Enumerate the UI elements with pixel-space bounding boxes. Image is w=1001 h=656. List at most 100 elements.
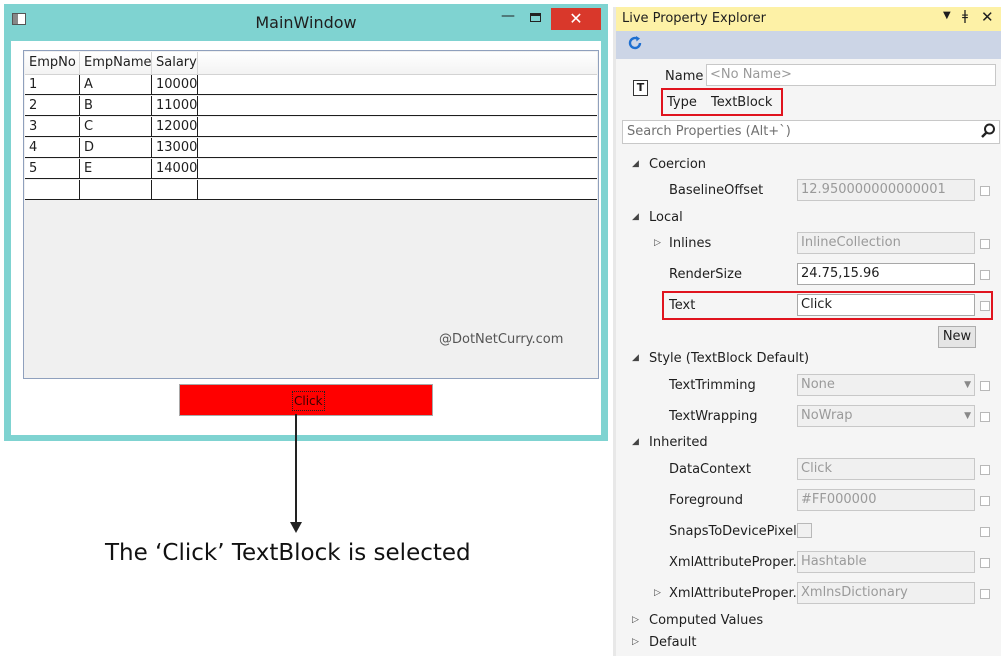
cell-salary[interactable]: 10000 (152, 75, 198, 94)
prop-textwrapping-select[interactable]: NoWrap ▼ (797, 405, 975, 427)
column-header-salary[interactable]: Salary (152, 52, 198, 74)
type-highlight-box: Type TextBlock (661, 88, 783, 116)
pin-icon[interactable]: ǂ (962, 9, 968, 24)
cell-empname[interactable]: E (80, 159, 152, 178)
panel-title: Live Property Explorer (622, 11, 766, 26)
cell-empty[interactable] (152, 180, 198, 199)
property-marker[interactable] (980, 558, 990, 568)
prop-xmlattr1-value[interactable]: Hashtable (797, 551, 975, 573)
select-value: NoWrap (801, 408, 853, 423)
annotation-arrowhead (290, 522, 302, 533)
panel-close-icon[interactable]: ✕ (981, 8, 994, 26)
cell-empno[interactable]: 2 (25, 96, 80, 115)
property-marker[interactable] (980, 186, 990, 196)
expanded-triangle-icon[interactable]: ◢ (632, 353, 639, 363)
cell-empname[interactable]: D (80, 138, 152, 157)
window-client-area: EmpNo EmpName Salary 1 A 10000 2 B 11000… (11, 41, 601, 435)
prop-datacontext-label: DataContext (669, 462, 751, 477)
name-input[interactable]: <No Name> (706, 64, 996, 86)
expanded-triangle-icon[interactable]: ◢ (632, 159, 639, 169)
prop-inlines-value[interactable]: InlineCollection (797, 232, 975, 254)
prop-xmlattr2-label: XmlAttributeProper... (669, 586, 806, 601)
new-property-button[interactable]: New (938, 326, 976, 348)
refresh-icon[interactable] (626, 34, 644, 57)
close-button[interactable]: ✕ (551, 8, 601, 30)
category-computed-values[interactable]: Computed Values (649, 613, 763, 628)
column-header-empname[interactable]: EmpName (80, 52, 152, 74)
category-style[interactable]: Style (TextBlock Default) (649, 351, 809, 366)
prop-text-label: Text (669, 298, 696, 313)
category-local[interactable]: Local (649, 210, 683, 225)
datagrid-header: EmpNo EmpName Salary (25, 52, 597, 75)
category-inherited[interactable]: Inherited (649, 435, 708, 450)
prop-foreground-value[interactable]: #FF000000 (797, 489, 975, 511)
property-marker[interactable] (980, 239, 990, 249)
property-marker[interactable] (980, 527, 990, 537)
live-property-explorer: Live Property Explorer ▼ ǂ ✕ T Name <No … (613, 7, 1001, 656)
annotation-caption: The ‘Click’ TextBlock is selected (105, 540, 471, 566)
table-row[interactable]: 3 C 12000 (25, 117, 597, 137)
cell-salary[interactable]: 14000 (152, 159, 198, 178)
expanded-triangle-icon[interactable]: ◢ (632, 212, 639, 222)
cell-empname[interactable]: A (80, 75, 152, 94)
minimize-button[interactable]: — (495, 8, 521, 28)
search-icon[interactable] (979, 122, 997, 144)
dropdown-icon[interactable]: ▼ (943, 10, 951, 21)
snaps-checkbox[interactable] (797, 523, 812, 538)
table-row[interactable]: 1 A 10000 (25, 75, 597, 95)
watermark: @DotNetCurry.com (439, 332, 564, 347)
collapsed-triangle-icon[interactable]: ▷ (632, 637, 639, 647)
prop-snaps-label: SnapsToDevicePixels (669, 524, 804, 539)
cell-salary[interactable]: 13000 (152, 138, 198, 157)
expanded-triangle-icon[interactable]: ◢ (632, 437, 639, 447)
property-marker[interactable] (980, 496, 990, 506)
prop-text-value[interactable]: Click (797, 294, 975, 316)
property-marker[interactable] (980, 589, 990, 599)
collapsed-triangle-icon[interactable]: ▷ (632, 615, 639, 625)
type-value: TextBlock (711, 95, 773, 110)
search-placeholder: Search Properties (Alt+`) (627, 124, 791, 139)
table-row[interactable]: 5 E 14000 (25, 159, 597, 179)
click-textblock-selected[interactable]: Click (292, 391, 325, 411)
property-marker[interactable] (980, 270, 990, 280)
maximize-button[interactable] (523, 8, 549, 28)
category-default[interactable]: Default (649, 635, 697, 650)
new-item-row[interactable] (25, 180, 597, 200)
dropdown-arrow-icon[interactable]: ▼ (964, 375, 971, 395)
prop-datacontext-value[interactable]: Click (797, 458, 975, 480)
prop-foreground-label: Foreground (669, 493, 744, 508)
prop-inlines-label: Inlines (669, 236, 712, 251)
property-marker[interactable] (980, 465, 990, 475)
category-coercion[interactable]: Coercion (649, 157, 706, 172)
cell-empty[interactable] (25, 180, 80, 199)
cell-empty[interactable] (80, 180, 152, 199)
cell-empno[interactable]: 5 (25, 159, 80, 178)
collapsed-triangle-icon[interactable]: ▷ (654, 588, 661, 598)
prop-rendersize-value[interactable]: 24.75,15.96 (797, 263, 975, 285)
prop-texttrimming-select[interactable]: None ▼ (797, 374, 975, 396)
prop-textwrapping-label: TextWrapping (669, 409, 758, 424)
dropdown-arrow-icon[interactable]: ▼ (964, 406, 971, 426)
search-properties-input[interactable]: Search Properties (Alt+`) (622, 120, 1000, 144)
property-marker[interactable] (980, 301, 990, 311)
cell-salary[interactable]: 12000 (152, 117, 198, 136)
column-header-empno[interactable]: EmpNo (25, 52, 80, 74)
table-row[interactable]: 2 B 11000 (25, 96, 597, 116)
prop-xmlattr2-value[interactable]: XmlnsDictionary (797, 582, 975, 604)
cell-empno[interactable]: 1 (25, 75, 80, 94)
prop-texttrimming-label: TextTrimming (669, 378, 756, 393)
cell-empno[interactable]: 4 (25, 138, 80, 157)
prop-baselineoffset-label: BaselineOffset (669, 183, 764, 198)
click-button[interactable]: Click (179, 384, 433, 416)
cell-empname[interactable]: C (80, 117, 152, 136)
employee-datagrid[interactable]: EmpNo EmpName Salary 1 A 10000 2 B 11000… (23, 50, 599, 379)
cell-empname[interactable]: B (80, 96, 152, 115)
cell-empno[interactable]: 3 (25, 117, 80, 136)
maximize-icon (530, 13, 541, 22)
property-marker[interactable] (980, 412, 990, 422)
collapsed-triangle-icon[interactable]: ▷ (654, 238, 661, 248)
table-row[interactable]: 4 D 13000 (25, 138, 597, 158)
property-marker[interactable] (980, 381, 990, 391)
cell-salary[interactable]: 11000 (152, 96, 198, 115)
prop-baselineoffset-value[interactable]: 12.950000000000001 (797, 179, 975, 201)
